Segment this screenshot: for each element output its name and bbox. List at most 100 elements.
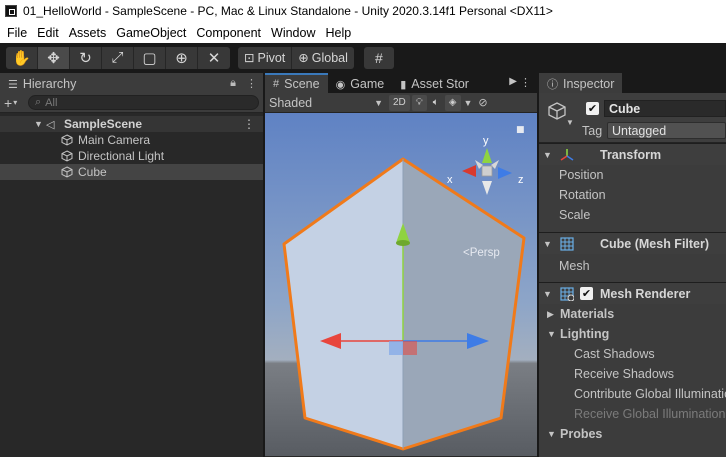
- active-checkbox[interactable]: ✔: [586, 102, 599, 115]
- rotate-icon: ↻: [79, 49, 92, 67]
- expand-arrow-icon[interactable]: ▼: [543, 289, 552, 299]
- scene-viewport[interactable]: y x z ■ <Persp: [265, 113, 537, 456]
- projection-label[interactable]: <Persp: [463, 247, 500, 259]
- title-bar: 01_HelloWorld - SampleScene - PC, Mac & …: [0, 0, 726, 22]
- menu-window[interactable]: Window: [266, 26, 320, 40]
- rect-icon: ▢: [142, 49, 157, 67]
- scene-kebab-icon[interactable]: ⋮: [243, 117, 255, 131]
- audio-toggle[interactable]: 🔈︎: [428, 94, 443, 111]
- checkmark-icon: ✔: [581, 288, 592, 300]
- toggle-2d-button[interactable]: 2D: [389, 94, 410, 111]
- layers-icon: ◈: [448, 97, 457, 108]
- prop-receive-gi: Receive Global Illumination: [574, 407, 726, 421]
- mesh-filter-title: Cube (Mesh Filter): [600, 236, 710, 251]
- materials-foldout[interactable]: ▶ Materials: [539, 304, 726, 324]
- scene-kebab-icon[interactable]: ⋮: [520, 76, 531, 89]
- transform-icon: [560, 149, 574, 161]
- prop-cast-shadows[interactable]: Cast Shadows: [539, 344, 726, 364]
- gameobject-cube-icon: [61, 134, 73, 146]
- hierarchy-tab-controls: 🔒︎ ⋮: [230, 77, 257, 90]
- list-item[interactable]: Main Camera: [0, 132, 263, 148]
- mesh-renderer-title: Mesh Renderer: [600, 286, 691, 301]
- effects-toggle[interactable]: ◈: [444, 94, 461, 111]
- menu-help[interactable]: Help: [320, 26, 356, 40]
- kebab-menu-icon[interactable]: ⋮: [246, 77, 257, 90]
- list-item[interactable]: Directional Light: [0, 148, 263, 164]
- plane-handle-red[interactable]: [403, 341, 417, 355]
- lock-icon[interactable]: 🔒︎: [230, 77, 236, 90]
- tag-value: Untagged: [612, 123, 667, 138]
- tab-overflow-icon[interactable]: ▶: [509, 76, 517, 87]
- prop-rotation[interactable]: Rotation: [539, 185, 726, 205]
- scale-tool-button[interactable]: ⤢: [102, 46, 134, 69]
- gameobject-cube-icon[interactable]: [547, 101, 567, 121]
- lighting-foldout[interactable]: ▼ Lighting: [539, 324, 726, 344]
- toggle-2d-label: 2D: [393, 97, 406, 108]
- lighting-label: Lighting: [560, 327, 610, 341]
- menu-gameobject[interactable]: GameObject: [111, 26, 191, 40]
- menu-file[interactable]: File: [2, 26, 32, 40]
- store-icon: ▮: [400, 78, 407, 91]
- scene-name: SampleScene: [64, 117, 143, 131]
- plane-handle-blue[interactable]: [389, 341, 403, 355]
- transform-tool-button[interactable]: ⊕: [166, 46, 198, 69]
- prop-position[interactable]: Position: [539, 165, 726, 185]
- viewport-lock-icon[interactable]: ■: [516, 125, 525, 135]
- global-toggle[interactable]: ⊕ Global: [292, 46, 354, 69]
- tab-inspector[interactable]: ⓘ Inspector: [539, 73, 623, 93]
- menu-edit[interactable]: Edit: [32, 26, 64, 40]
- hand-tool-button[interactable]: ✋: [6, 46, 38, 69]
- list-item[interactable]: Cube: [0, 164, 263, 180]
- tab-game[interactable]: ◉ Game: [328, 73, 393, 93]
- visibility-icon[interactable]: ⊘: [478, 96, 487, 109]
- prop-mesh[interactable]: Mesh: [539, 254, 726, 278]
- menu-component[interactable]: Component: [191, 26, 266, 40]
- inspector-tab-label: Inspector: [563, 77, 615, 91]
- hierarchy-panel: ☰ Hierarchy 🔒︎ ⋮ + ▾ ⌕ All ▼ ◁ SampleScen…: [0, 73, 263, 457]
- tab-scene[interactable]: # Scene: [265, 73, 328, 93]
- game-tab-label: Game: [350, 77, 385, 91]
- tag-dropdown[interactable]: Untagged: [607, 122, 726, 139]
- tab-asset-store[interactable]: ▮ Asset Stor: [392, 73, 471, 93]
- rect-tool-button[interactable]: ▢: [134, 46, 166, 69]
- pivot-toggle[interactable]: ⊡ Pivot: [238, 46, 293, 69]
- scene-root-row[interactable]: ▼ ◁ SampleScene ⋮: [0, 116, 263, 132]
- gizmo-center-cube[interactable]: [481, 165, 493, 177]
- add-object-button[interactable]: + ▾: [4, 95, 28, 111]
- asset-store-tab-label: Asset Stor: [411, 77, 469, 91]
- chevron-down-icon: ▼: [374, 97, 383, 108]
- prop-receive-shadows[interactable]: Receive Shadows: [539, 364, 726, 384]
- global-label: Global: [311, 50, 348, 65]
- expand-arrow-icon[interactable]: ▼: [34, 119, 43, 129]
- plus-icon: +: [4, 94, 13, 111]
- chevron-down-icon[interactable]: ▼: [566, 118, 574, 127]
- object-label: Main Camera: [78, 133, 151, 147]
- prop-scale[interactable]: Scale: [539, 205, 726, 225]
- hierarchy-search-input[interactable]: ⌕ All: [28, 95, 259, 110]
- speaker-icon: 🔈︎: [432, 97, 439, 108]
- custom-tool-button[interactable]: ✕: [198, 47, 230, 69]
- mesh-renderer-enabled-checkbox[interactable]: ✔: [580, 287, 593, 300]
- menu-assets[interactable]: Assets: [64, 26, 112, 40]
- lighting-toggle[interactable]: 💡︎: [411, 94, 427, 111]
- object-name-field[interactable]: Cube: [604, 100, 726, 117]
- rotate-tool-button[interactable]: ↻: [70, 46, 102, 69]
- mesh-renderer-component-header[interactable]: ▼ ✔ Mesh Renderer: [539, 282, 726, 304]
- transform-component-header[interactable]: ▼ Transform: [539, 143, 726, 165]
- mesh-filter-component-header[interactable]: ▼ Cube (Mesh Filter): [539, 232, 726, 254]
- probes-foldout[interactable]: ▼ Probes: [539, 424, 726, 444]
- prop-contribute-gi[interactable]: Contribute Global Illumination: [539, 384, 726, 404]
- inspector-panel: ⓘ Inspector ▼ ✔ Cube Tag Untagged ▼ Tran…: [539, 73, 726, 457]
- move-tool-button[interactable]: ✥: [38, 46, 70, 69]
- grid-snap-button[interactable]: #: [363, 46, 394, 69]
- shading-mode-dropdown[interactable]: Shaded ▼: [269, 95, 387, 111]
- pivot-label: Pivot: [257, 50, 286, 65]
- expand-arrow-icon[interactable]: ▼: [543, 239, 552, 249]
- expand-arrow-icon[interactable]: ▼: [543, 150, 552, 160]
- gameobject-cube-icon: [61, 166, 73, 178]
- probes-label: Probes: [560, 427, 603, 441]
- transform-title: Transform: [600, 147, 662, 162]
- chevron-down-icon[interactable]: ▼: [464, 98, 473, 108]
- mesh-grid-icon: [560, 237, 574, 251]
- tab-hierarchy[interactable]: ☰ Hierarchy: [0, 73, 263, 93]
